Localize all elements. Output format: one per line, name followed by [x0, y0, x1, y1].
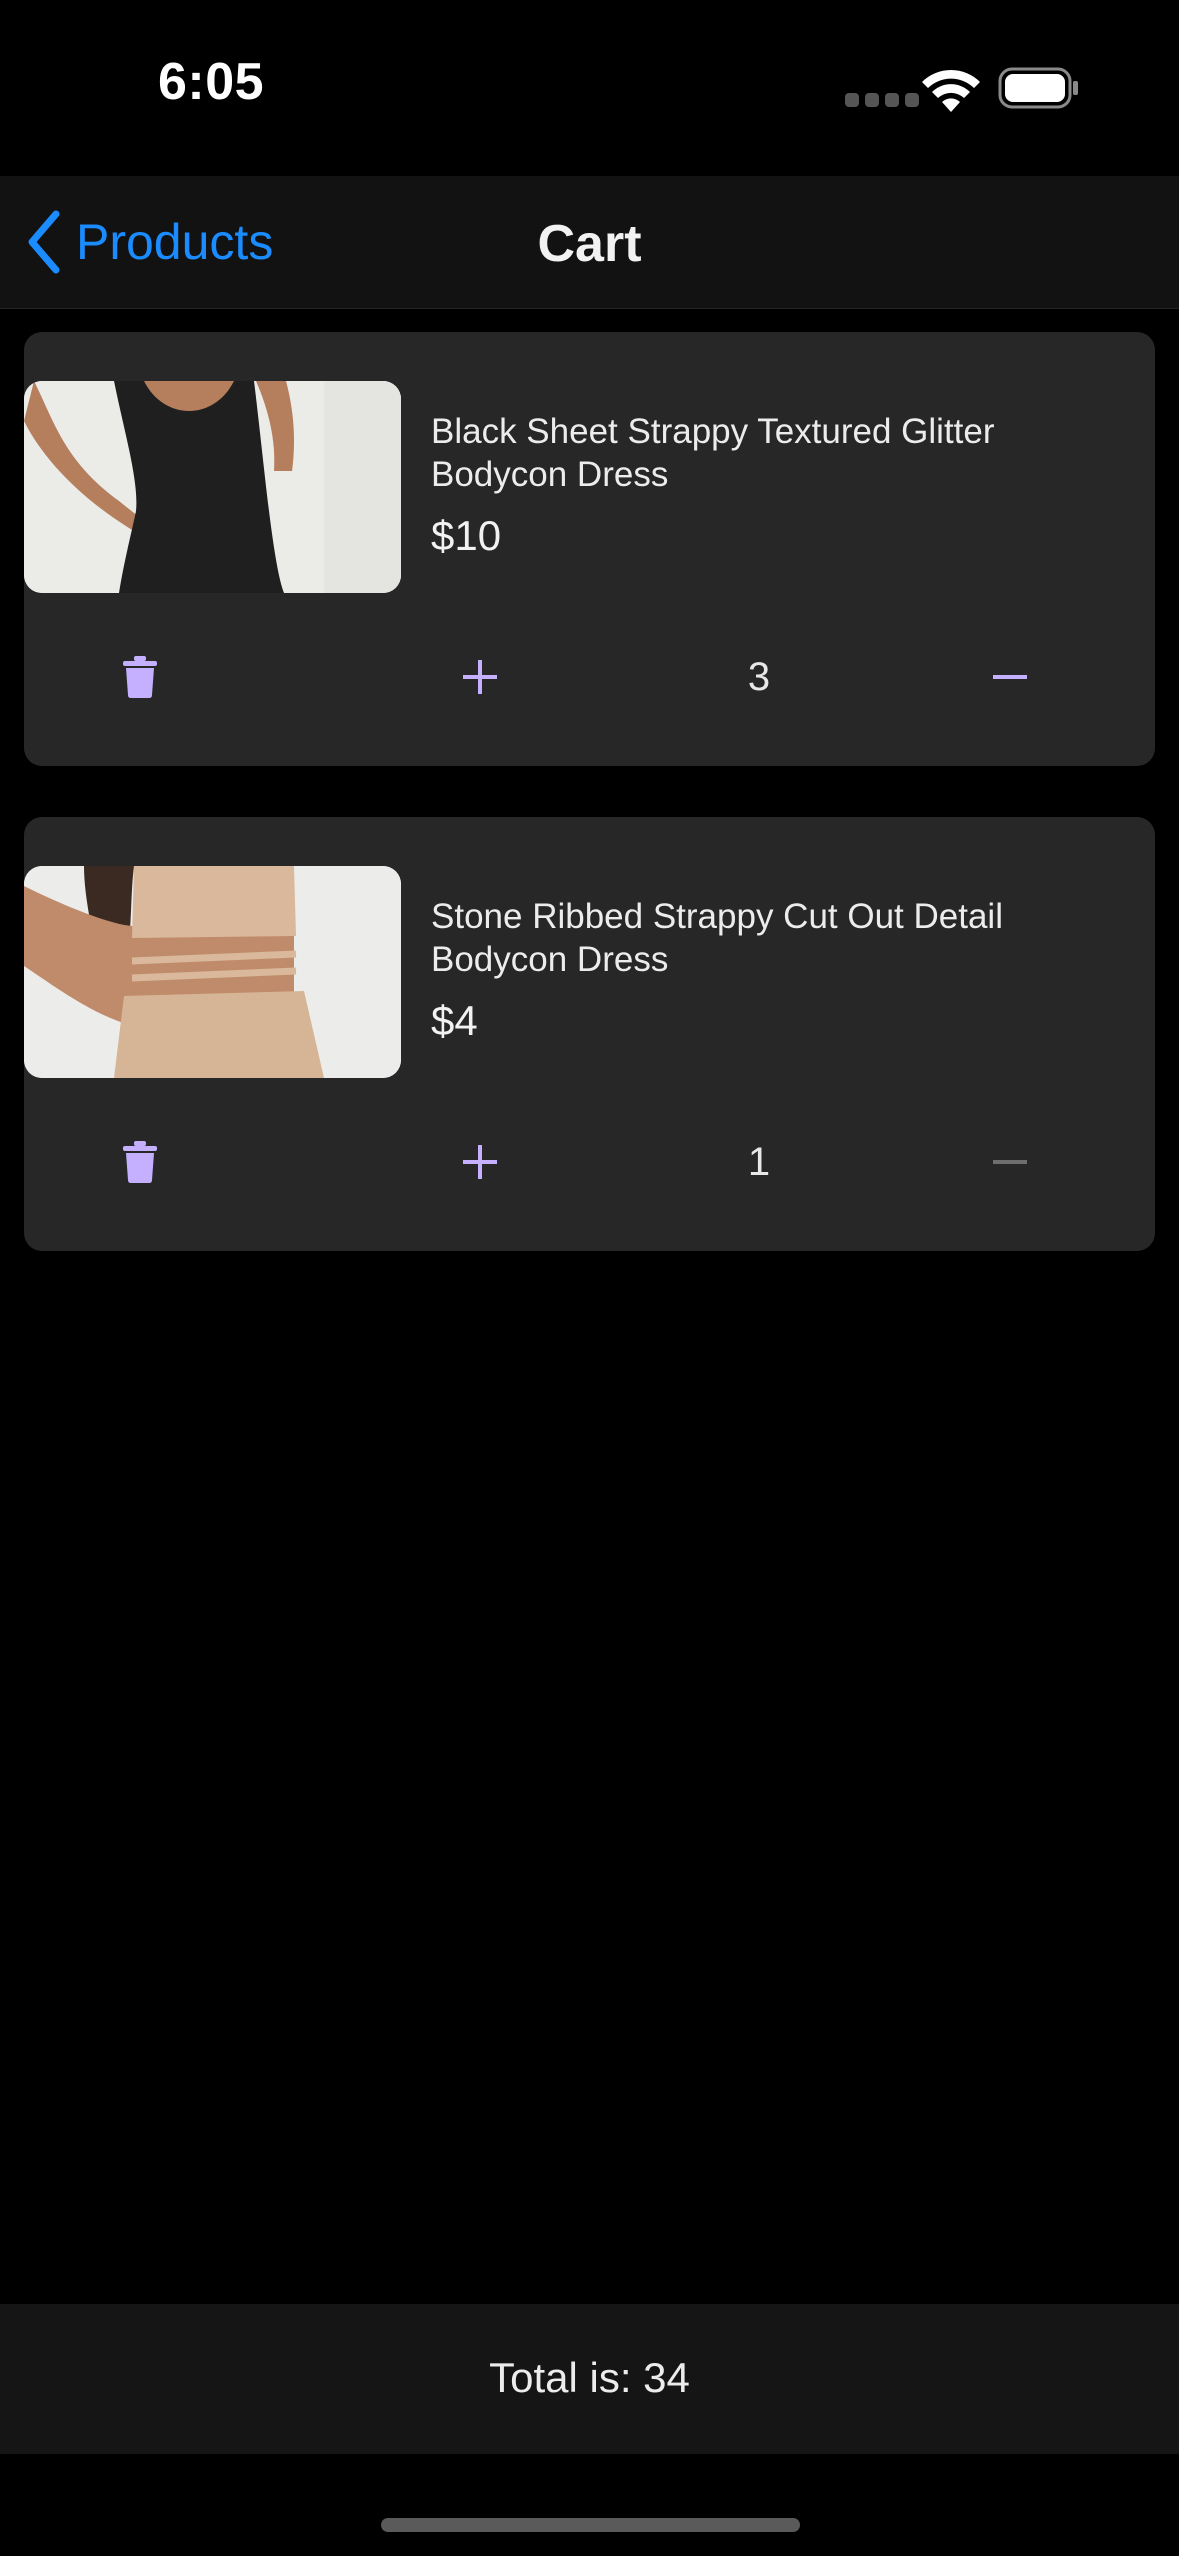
product-name: Black Sheet Strappy Textured Glitter Bod… [431, 412, 995, 494]
delete-button[interactable] [110, 1127, 170, 1197]
page-title: Cart [537, 215, 642, 273]
minus-icon [993, 1160, 1027, 1164]
trash-icon [123, 656, 157, 698]
plus-icon [463, 660, 497, 694]
cart-item: Black Sheet Strappy Textured Glitter Bod… [24, 332, 1155, 766]
product-name: Stone Ribbed Strappy Cut Out Detail Body… [431, 897, 1003, 979]
status-bar: 6:05 [0, 0, 1179, 176]
product-image[interactable] [24, 381, 401, 593]
quantity-value: 3 [747, 654, 771, 699]
increment-button[interactable] [450, 1127, 510, 1197]
battery-icon [998, 67, 1078, 109]
decrement-button-disabled[interactable] [980, 1127, 1040, 1197]
product-image[interactable] [24, 866, 401, 1078]
home-indicator[interactable] [381, 2518, 800, 2532]
decrement-button[interactable] [980, 642, 1040, 712]
product-price: $10 [431, 512, 502, 559]
wifi-icon [922, 69, 980, 112]
increment-button[interactable] [450, 642, 510, 712]
quantity-value: 1 [747, 1139, 771, 1184]
minus-icon [993, 675, 1027, 679]
cart-total-bar: Total is: 34 [0, 2304, 1179, 2454]
delete-button[interactable] [110, 642, 170, 712]
status-time: 6:05 [158, 53, 265, 111]
product-price: $4 [431, 997, 478, 1044]
plus-icon [463, 1145, 497, 1179]
trash-icon [123, 1141, 157, 1183]
cart-total: Total is: 34 [489, 2354, 690, 2401]
cart-item: Stone Ribbed Strappy Cut Out Detail Body… [24, 817, 1155, 1251]
navigation-bar: Products Cart [0, 176, 1179, 309]
